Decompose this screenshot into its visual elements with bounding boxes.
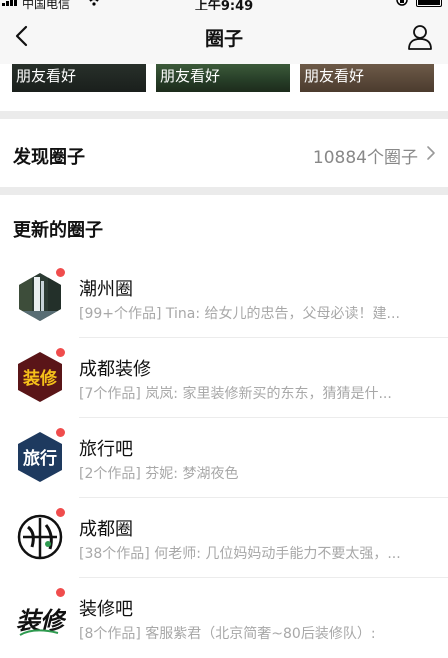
circle-latest-post: [2个作品] 芬妮: 梦湖夜色 <box>79 466 239 482</box>
list-item[interactable]: 潮州圈 [99+个作品] Tina: 给女儿的忠告，父母必读！建... <box>0 258 448 338</box>
renovation-hexagon-avatar: 装修 <box>14 351 66 403</box>
list-item[interactable]: 装修 成都装修 [7个作品] 岚岚: 家里装修新买的东东，猜猜是什... <box>0 338 448 418</box>
circle-name: 成都装修 <box>79 359 151 380</box>
recommended-cards: 朋友看好 朋友看好 朋友看好 <box>0 64 448 92</box>
discover-circles-label: 发现圈子 <box>13 147 85 168</box>
unread-dot <box>56 268 65 277</box>
section-separator <box>0 187 448 195</box>
chengdu-calligraphy-avatar <box>14 511 66 563</box>
navigation-bar: 圈子 <box>0 10 448 64</box>
discover-circles-row[interactable]: 发现圈子 10884个圈子 <box>0 119 448 187</box>
page-title: 圈子 <box>204 28 243 50</box>
circle-latest-post: [7个作品] 岚岚: 家里装修新买的东东，猜猜是什... <box>79 386 392 402</box>
card-label: 朋友看好 <box>160 67 221 85</box>
user-profile-icon[interactable] <box>406 24 434 50</box>
circle-name: 旅行吧 <box>79 439 133 460</box>
recommended-card[interactable]: 朋友看好 <box>156 64 290 92</box>
circle-count: 10884个圈子 <box>312 148 418 168</box>
unread-dot <box>56 428 65 437</box>
unread-dot <box>56 588 65 597</box>
avatar-text: 装修 <box>22 368 58 389</box>
circle-name: 成都圈 <box>79 519 133 540</box>
section-separator <box>0 111 448 119</box>
list-item[interactable]: 旅行 旅行吧 [2个作品] 芬妮: 梦湖夜色 <box>0 418 448 498</box>
circle-name: 装修吧 <box>79 599 133 620</box>
card-label: 朋友看好 <box>304 67 365 85</box>
circle-latest-post: [99+个作品] Tina: 给女儿的忠告，父母必读！建... <box>79 306 400 322</box>
recommended-card[interactable]: 朋友看好 <box>300 64 434 92</box>
avatar-text: 旅行 <box>23 448 57 469</box>
rotation-lock-icon <box>396 0 408 9</box>
card-label: 朋友看好 <box>16 67 77 85</box>
recommended-card[interactable]: 朋友看好 <box>12 64 146 92</box>
circle-latest-post: [38个作品] 何老师: 几位妈妈动手能力不要太强，... <box>79 546 401 562</box>
renovation-calligraphy-avatar: 装修 <box>14 591 68 643</box>
chevron-right-icon <box>426 144 436 162</box>
status-bar: 中国电信 上午9:49 <box>0 0 448 10</box>
section-title: 更新的圈子 <box>13 220 103 241</box>
unread-dot <box>56 348 65 357</box>
battery-icon <box>416 0 442 7</box>
status-time: 上午9:49 <box>194 0 254 10</box>
waterfall-hexagon-avatar <box>14 271 66 323</box>
unread-dot <box>56 508 65 517</box>
circle-list: 潮州圈 [99+个作品] Tina: 给女儿的忠告，父母必读！建... 装修 成… <box>0 258 448 658</box>
circle-latest-post: [8个作品] 客服紫君（北京简奢~80后装修队）: <box>79 626 376 642</box>
list-item[interactable]: 装修 装修吧 [8个作品] 客服紫君（北京简奢~80后装修队）: <box>0 578 448 658</box>
list-item[interactable]: 成都圈 [38个作品] 何老师: 几位妈妈动手能力不要太强，... <box>0 498 448 578</box>
circle-name: 潮州圈 <box>79 279 133 300</box>
travel-hexagon-avatar: 旅行 <box>14 431 66 483</box>
